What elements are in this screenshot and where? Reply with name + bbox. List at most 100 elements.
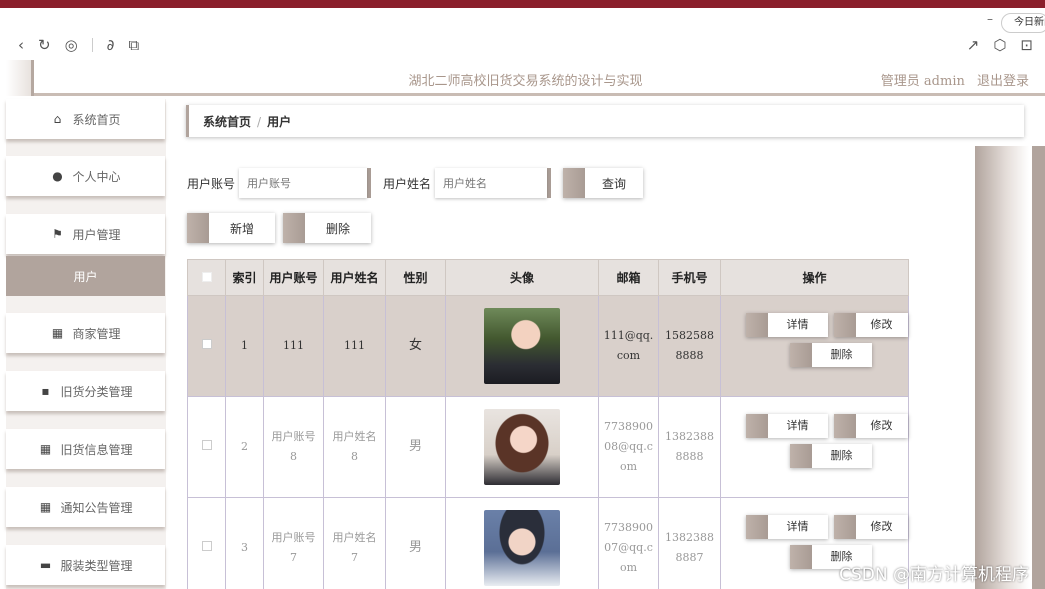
admin-label: 管理员 admin [880, 74, 965, 89]
breadcrumb-current: 用户 [267, 115, 292, 129]
account-input[interactable] [239, 168, 368, 198]
detail-button[interactable]: 详情 [745, 515, 828, 539]
minimize-button[interactable]: – [987, 12, 993, 26]
sidebar-item-label: 商家管理 [72, 326, 121, 341]
header-select-all[interactable] [187, 259, 226, 296]
cell-avatar [445, 295, 599, 397]
sidebar-item-notice[interactable]: ▦ 通知公告管理 [6, 487, 165, 527]
cube-icon[interactable]: ⬡ [993, 36, 1006, 54]
cell-actions: 详情 修改 删除 [720, 295, 909, 397]
query-button[interactable]: 查询 [563, 168, 644, 198]
button-accent [789, 545, 812, 569]
header-index: 索引 [225, 259, 264, 296]
edit-button[interactable]: 修改 [833, 313, 908, 337]
sidebar-item-users[interactable]: 用户 [6, 256, 165, 296]
table-row[interactable]: 1 111 111 女 111@qq.com 15825888888 详情 修改… [187, 295, 909, 397]
sidebar-item-profile[interactable]: ● 个人中心 [6, 156, 165, 196]
cell-index: 1 [225, 295, 264, 397]
select-all-checkbox[interactable] [201, 271, 212, 282]
table-row[interactable]: 3 用户账号7 用户姓名7 男 773890007@qq.com 1382388… [187, 497, 909, 589]
sidebar-item-category[interactable]: ▪ 旧货分类管理 [6, 371, 165, 411]
avatar [484, 308, 560, 384]
watermark: CSDN @南方计算机程序 [839, 565, 1029, 585]
browser-nav: ‹ ↻ ◎ ∂ ⧉ [18, 36, 139, 54]
header-avatar: 头像 [445, 259, 599, 296]
row-delete-button[interactable]: 删除 [789, 343, 872, 367]
button-accent [745, 515, 768, 539]
cell-avatar [445, 497, 599, 589]
name-label: 用户姓名 [383, 176, 432, 191]
toolbar-divider [91, 38, 93, 52]
row-checkbox[interactable] [201, 440, 212, 450]
cell-actions: 详情 修改 删除 [720, 396, 909, 498]
delete-button[interactable]: 删除 [283, 213, 371, 243]
row-checkbox[interactable] [201, 339, 212, 349]
row-actions: 详情 修改 删除 [722, 402, 908, 492]
scrollbar[interactable] [1032, 146, 1045, 589]
add-button[interactable]: 新增 [187, 213, 275, 243]
main-content: 系统首页 / 用户 用户账号 用户姓名 查询 新增 删除 [170, 99, 1045, 589]
cell-email: 773890008@qq.com [598, 396, 659, 498]
button-accent [833, 313, 856, 337]
cell-gender: 女 [385, 295, 446, 397]
edit-button[interactable]: 修改 [833, 414, 908, 438]
share-icon[interactable]: ↗ [967, 36, 980, 54]
right-decor-panel [975, 146, 1029, 589]
cell-name: 111 [323, 295, 386, 397]
row-delete-label: 删除 [830, 348, 853, 361]
row-delete-button[interactable]: 删除 [789, 444, 872, 468]
cell-account: 用户账号8 [263, 396, 324, 498]
edit-label: 修改 [870, 520, 893, 533]
window-icon[interactable]: ⊡ [1020, 36, 1033, 54]
sidebar-item-user-management[interactable]: ⚑ 用户管理 [6, 214, 165, 254]
edit-button[interactable]: 修改 [833, 515, 908, 539]
user-area: 管理员 admin 退出登录 [873, 70, 1029, 89]
detail-button[interactable]: 详情 [745, 414, 828, 438]
sidebar-item-label: 旧货分类管理 [60, 384, 133, 399]
row-checkbox[interactable] [201, 541, 212, 551]
back-icon[interactable]: ‹ [18, 36, 24, 54]
cell-phone: 13823888887 [658, 497, 721, 589]
breadcrumb-separator: / [257, 115, 262, 129]
account-input-wrap [239, 168, 372, 198]
name-input[interactable] [435, 168, 548, 198]
avatar [484, 510, 560, 586]
name-input-wrap [435, 168, 552, 198]
users-table: 索引 用户账号 用户姓名 性别 头像 邮箱 手机号 操作 1 111 111 女… [187, 259, 909, 589]
cell-name: 用户姓名8 [323, 396, 386, 498]
cell-name: 用户姓名7 [323, 497, 386, 589]
delete-button-label: 删除 [325, 221, 350, 236]
app-header: 湖北二师高校旧货交易系统的设计与实现 管理员 admin 退出登录 [6, 60, 1045, 96]
globe-icon[interactable]: ◎ [65, 36, 78, 54]
sidebar-item-goods[interactable]: ▦ 旧货信息管理 [6, 429, 165, 469]
row-select-cell [187, 497, 226, 589]
cell-email: 111@qq.com [598, 295, 659, 397]
sidebar-item-clothing[interactable]: ▬ 服装类型管理 [6, 545, 165, 585]
detail-button[interactable]: 详情 [745, 313, 828, 337]
sidebar-item-label: 旧货信息管理 [60, 442, 133, 457]
sidebar-item-home[interactable]: ⌂ 系统首页 [6, 99, 165, 139]
sidebar-item-label: 系统首页 [72, 112, 121, 127]
table-header-row: 索引 用户账号 用户姓名 性别 头像 邮箱 手机号 操作 [187, 259, 909, 296]
logout-link[interactable]: 退出登录 [977, 74, 1029, 89]
sidebar-item-merchant[interactable]: ▦ 商家管理 [6, 313, 165, 353]
today-news-button[interactable]: 今日新闻 [1001, 13, 1045, 33]
header-name: 用户姓名 [323, 259, 386, 296]
table-row[interactable]: 2 用户账号8 用户姓名8 男 773890008@qq.com 1382388… [187, 396, 909, 498]
cell-index: 3 [225, 497, 264, 589]
extension-icon[interactable]: ⧉ [128, 36, 139, 54]
cell-account: 用户账号7 [263, 497, 324, 589]
breadcrumb-home[interactable]: 系统首页 [203, 115, 251, 129]
link-icon[interactable]: ∂ [107, 36, 115, 54]
row-actions: 详情 修改 删除 [722, 301, 908, 391]
button-accent [833, 515, 856, 539]
button-accent [789, 343, 812, 367]
sidebar-item-label: 服装类型管理 [60, 558, 133, 573]
monitor-icon: ▬ [39, 558, 52, 572]
row-select-cell [187, 396, 226, 498]
button-accent [789, 444, 812, 468]
query-button-label: 查询 [602, 176, 627, 191]
reload-icon[interactable]: ↻ [38, 36, 51, 54]
grid-icon: ▦ [39, 442, 52, 456]
detail-label: 详情 [786, 419, 809, 432]
